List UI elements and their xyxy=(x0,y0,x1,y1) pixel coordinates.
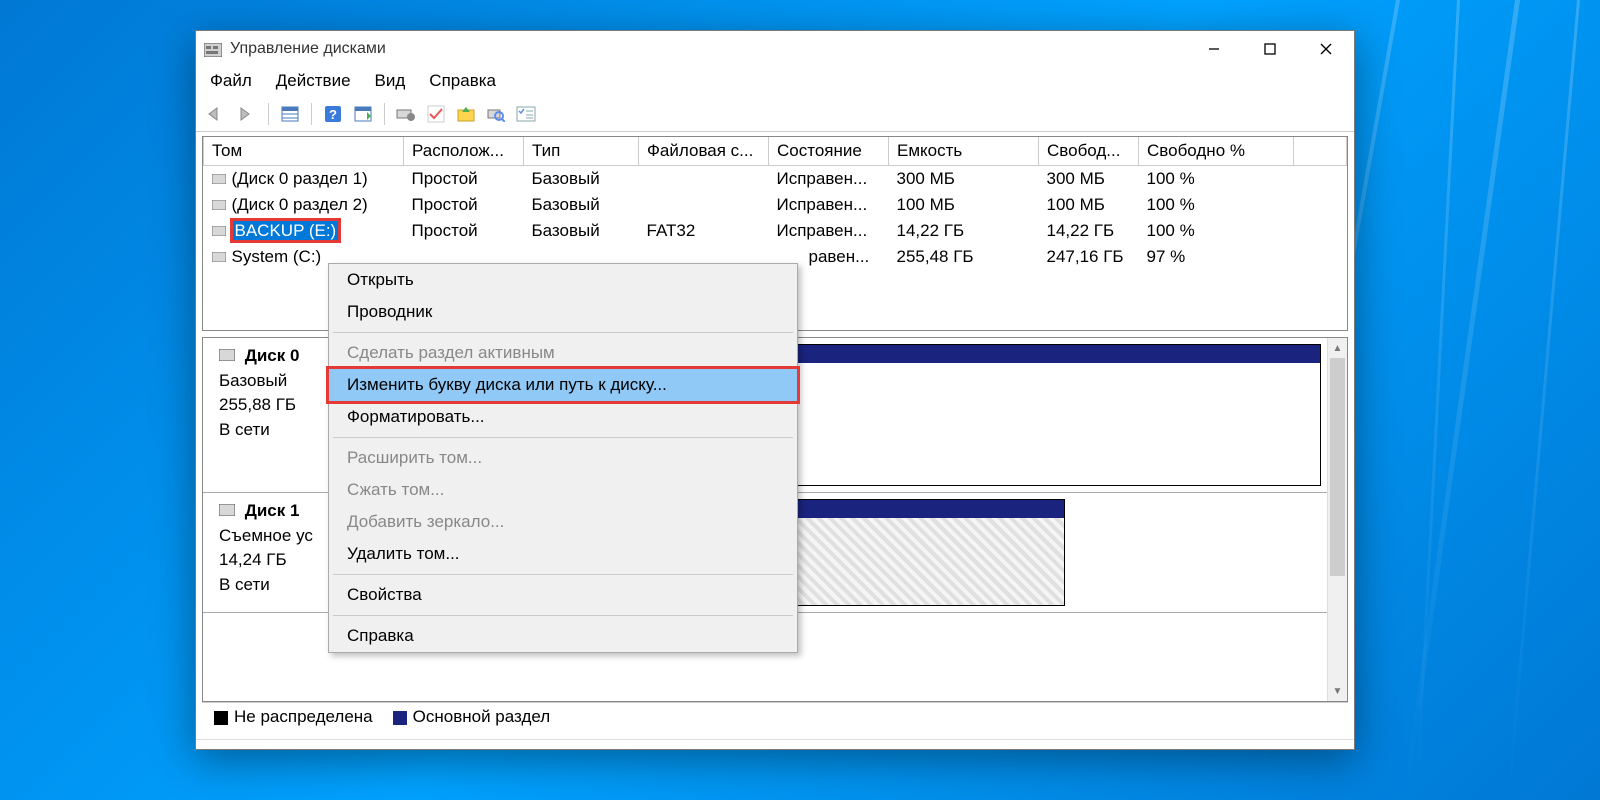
legend: Не распределена Основной раздел xyxy=(202,702,1348,733)
col-freespace[interactable]: Свобод... xyxy=(1039,137,1139,166)
cm-add-mirror: Добавить зеркало... xyxy=(329,506,797,538)
menubar: Файл Действие Вид Справка xyxy=(196,67,1354,99)
disk-status: В сети xyxy=(219,575,270,594)
menu-action[interactable]: Действие xyxy=(276,71,351,91)
legend-primary: Основной раздел xyxy=(393,707,551,727)
search-disk-icon[interactable] xyxy=(483,101,509,127)
titlebar: Управление дисками xyxy=(196,31,1354,67)
cm-make-active: Сделать раздел активным xyxy=(329,337,797,369)
menu-help[interactable]: Справка xyxy=(429,71,496,91)
col-type[interactable]: Тип xyxy=(524,137,639,166)
close-button[interactable] xyxy=(1298,31,1354,67)
scroll-up-icon[interactable]: ▲ xyxy=(1328,338,1347,358)
help-icon[interactable]: ? xyxy=(320,101,346,127)
disk-type: Съемное ус xyxy=(219,526,313,545)
table-row[interactable]: BACKUP (E:) Простой Базовый FAT32 Исправ… xyxy=(204,218,1347,244)
cm-shrink: Сжать том... xyxy=(329,474,797,506)
cm-extend: Расширить том... xyxy=(329,442,797,474)
back-icon[interactable] xyxy=(204,101,230,127)
volume-icon xyxy=(212,195,226,205)
maximize-button[interactable] xyxy=(1242,31,1298,67)
forward-icon[interactable] xyxy=(234,101,260,127)
col-volume[interactable]: Том xyxy=(204,137,404,166)
disk-icon xyxy=(219,344,235,356)
scroll-thumb[interactable] xyxy=(1330,358,1345,576)
cm-explorer[interactable]: Проводник xyxy=(329,296,797,328)
table-view-icon[interactable] xyxy=(277,101,303,127)
cm-format[interactable]: Форматировать... xyxy=(329,401,797,433)
unallocated-swatch xyxy=(214,711,228,725)
cm-properties[interactable]: Свойства xyxy=(329,579,797,611)
disk-name: Диск 1 xyxy=(245,501,300,520)
cm-help[interactable]: Справка xyxy=(329,620,797,652)
disk-size: 14,24 ГБ xyxy=(219,550,287,569)
col-filesystem[interactable]: Файловая с... xyxy=(639,137,769,166)
svg-text:?: ? xyxy=(329,107,337,122)
cm-delete[interactable]: Удалить том... xyxy=(329,538,797,570)
disk-name: Диск 0 xyxy=(245,346,300,365)
toolbar: ? xyxy=(196,99,1354,132)
disk-type: Базовый xyxy=(219,371,287,390)
col-capacity[interactable]: Емкость xyxy=(889,137,1039,166)
minimize-button[interactable] xyxy=(1186,31,1242,67)
table-row[interactable]: (Диск 0 раздел 2) Простой Базовый Исправ… xyxy=(204,192,1347,218)
app-icon xyxy=(204,42,222,56)
col-layout[interactable]: Располож... xyxy=(404,137,524,166)
disk-settings-icon[interactable] xyxy=(393,101,419,127)
cm-change-letter[interactable]: Изменить букву диска или путь к диску... xyxy=(329,369,797,401)
refresh-list-icon[interactable] xyxy=(350,101,376,127)
disk-icon xyxy=(219,499,235,511)
col-freepercent[interactable]: Свободно % xyxy=(1139,137,1294,166)
checkmark-icon[interactable] xyxy=(423,101,449,127)
volume-list-header: Том Располож... Тип Файловая с... Состоя… xyxy=(204,137,1347,166)
legend-unallocated: Не распределена xyxy=(214,707,373,727)
folder-up-icon[interactable] xyxy=(453,101,479,127)
col-spacer xyxy=(1294,137,1347,166)
disk-size: 255,88 ГБ xyxy=(219,395,296,414)
selected-volume-label: BACKUP (E:) xyxy=(232,220,340,241)
volume-icon xyxy=(212,169,226,179)
volume-icon xyxy=(212,221,226,231)
statusbar xyxy=(196,739,1354,749)
primary-swatch xyxy=(393,711,407,725)
vertical-scrollbar[interactable]: ▲ ▼ xyxy=(1327,338,1347,701)
col-status[interactable]: Состояние xyxy=(769,137,889,166)
scroll-down-icon[interactable]: ▼ xyxy=(1328,681,1347,701)
cm-open[interactable]: Открыть xyxy=(329,264,797,296)
volume-icon xyxy=(212,247,226,257)
menu-file[interactable]: Файл xyxy=(210,71,252,91)
table-row[interactable]: (Диск 0 раздел 1) Простой Базовый Исправ… xyxy=(204,166,1347,193)
menu-view[interactable]: Вид xyxy=(375,71,406,91)
context-menu: Открыть Проводник Сделать раздел активны… xyxy=(328,263,798,653)
window-title: Управление дисками xyxy=(230,40,1186,58)
list-options-icon[interactable] xyxy=(513,101,539,127)
disk-status: В сети xyxy=(219,420,270,439)
